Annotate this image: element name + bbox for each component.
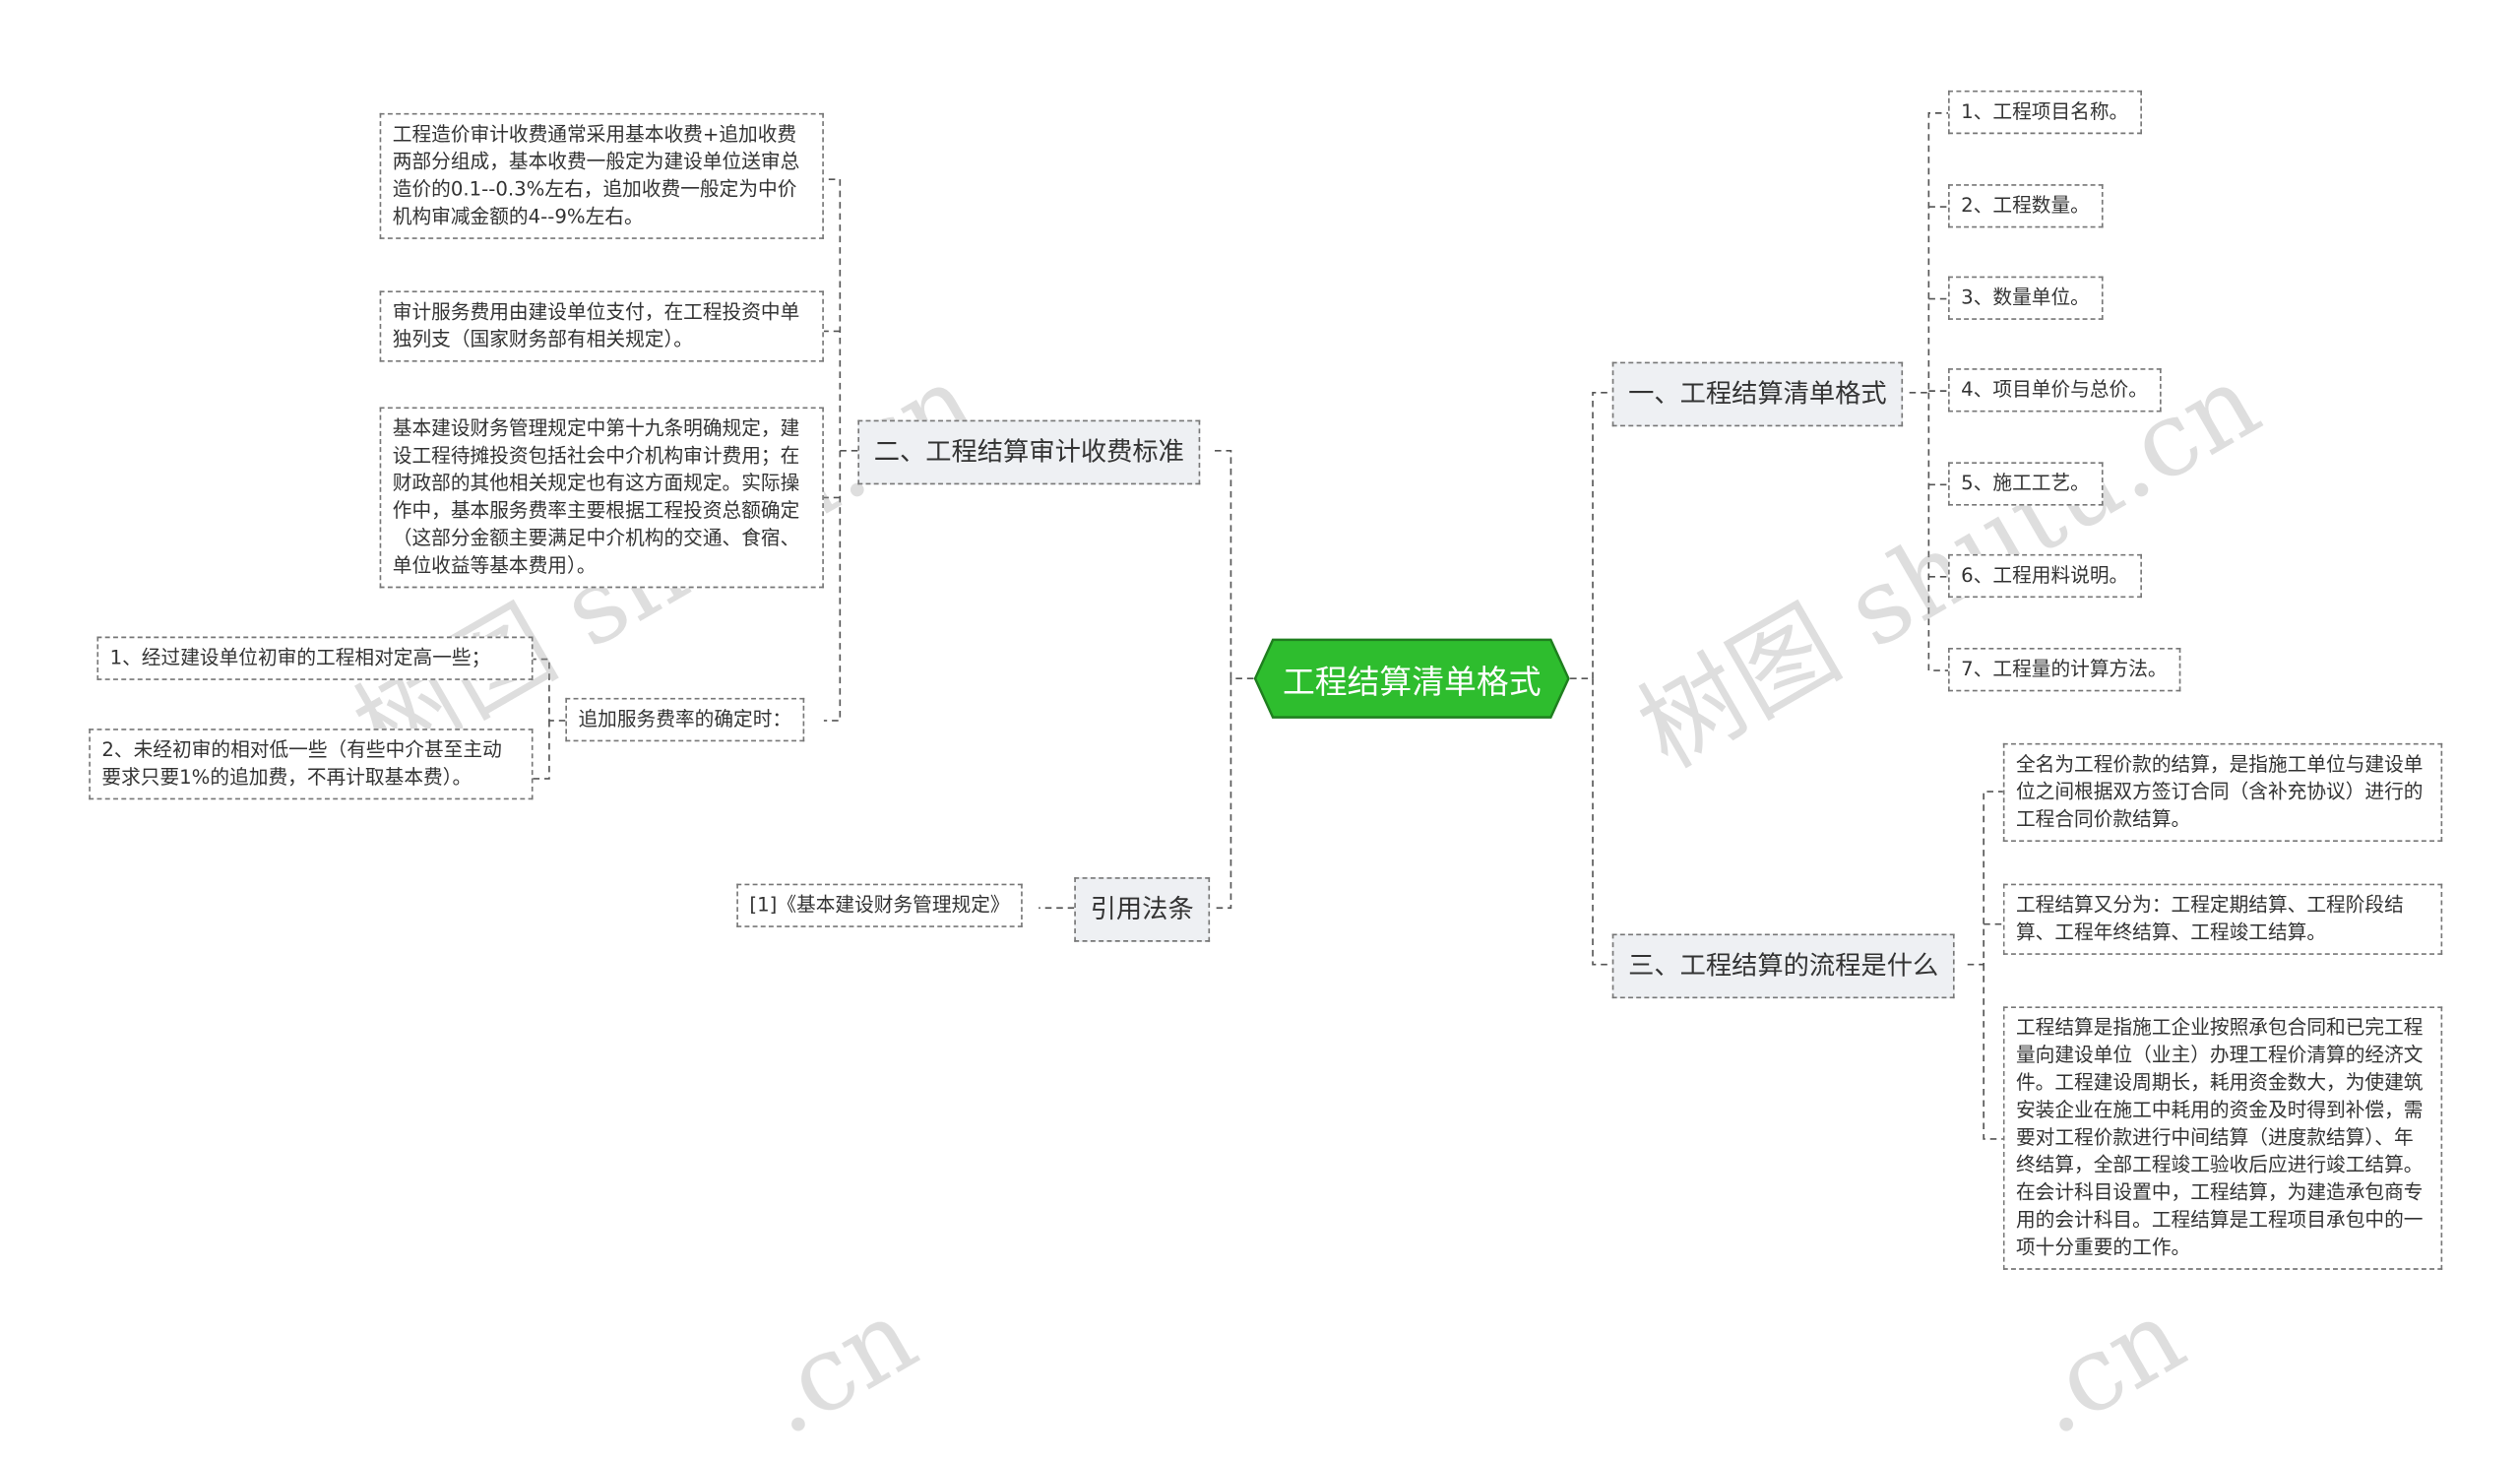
citation-item[interactable]: [1]《基本建设财务管理规定》 (736, 883, 1023, 927)
list-item[interactable]: 7、工程量的计算方法。 (1948, 648, 2180, 692)
branch-settlement-process[interactable]: 三、工程结算的流程是什么 (1611, 933, 1955, 999)
addition-rate-item[interactable]: 1、经过建设单位初审的工程相对定高一些； (96, 636, 534, 680)
process-text[interactable]: 工程结算又分为：工程定期结算、工程阶段结算、工程年终结算、工程竣工结算。 (2002, 883, 2443, 955)
branch-settlement-list-format[interactable]: 一、工程结算清单格式 (1611, 361, 1904, 427)
list-item[interactable]: 3、数量单位。 (1948, 276, 2103, 320)
central-topic-label: 工程结算清单格式 (1282, 661, 1542, 701)
list-item[interactable]: 1、工程项目名称。 (1948, 90, 2142, 135)
audit-fee-text[interactable]: 基本建设财务管理规定中第十九条明确规定，建设工程待摊投资包括社会中介机构审计费用… (379, 407, 824, 589)
process-text[interactable]: 全名为工程价款的结算，是指施工单位与建设单位之间根据双方签订合同（含补充协议）进… (2002, 742, 2443, 842)
addition-rate-item[interactable]: 2、未经初审的相对低一些（有些中介甚至主动要求只要1%的追加费，不再计取基本费）… (89, 729, 534, 800)
audit-fee-text[interactable]: 审计服务费用由建设单位支付，在工程投资中单独列支（国家财务部有相关规定）。 (379, 290, 824, 362)
addition-rate-node[interactable]: 追加服务费率的确定时： (565, 697, 805, 742)
list-item[interactable]: 4、项目单价与总价。 (1948, 368, 2162, 413)
list-item[interactable]: 6、工程用料说明。 (1948, 553, 2142, 599)
process-text[interactable]: 工程结算是指施工企业按照承包合同和已完工程量向建设单位（业主）办理工程价清算的经… (2002, 1006, 2443, 1270)
audit-fee-text[interactable]: 工程造价审计收费通常采用基本收费+追加收费两部分组成，基本收费一般定为建设单位送… (379, 112, 824, 239)
central-topic[interactable]: 工程结算清单格式 (1253, 638, 1570, 719)
list-item[interactable]: 5、施工工艺。 (1948, 462, 2103, 506)
branch-cited-law[interactable]: 引用法条 (1074, 877, 1211, 942)
list-item[interactable]: 2、工程数量。 (1948, 184, 2103, 228)
branch-audit-fee-standard[interactable]: 二、工程结算审计收费标准 (857, 419, 1201, 485)
